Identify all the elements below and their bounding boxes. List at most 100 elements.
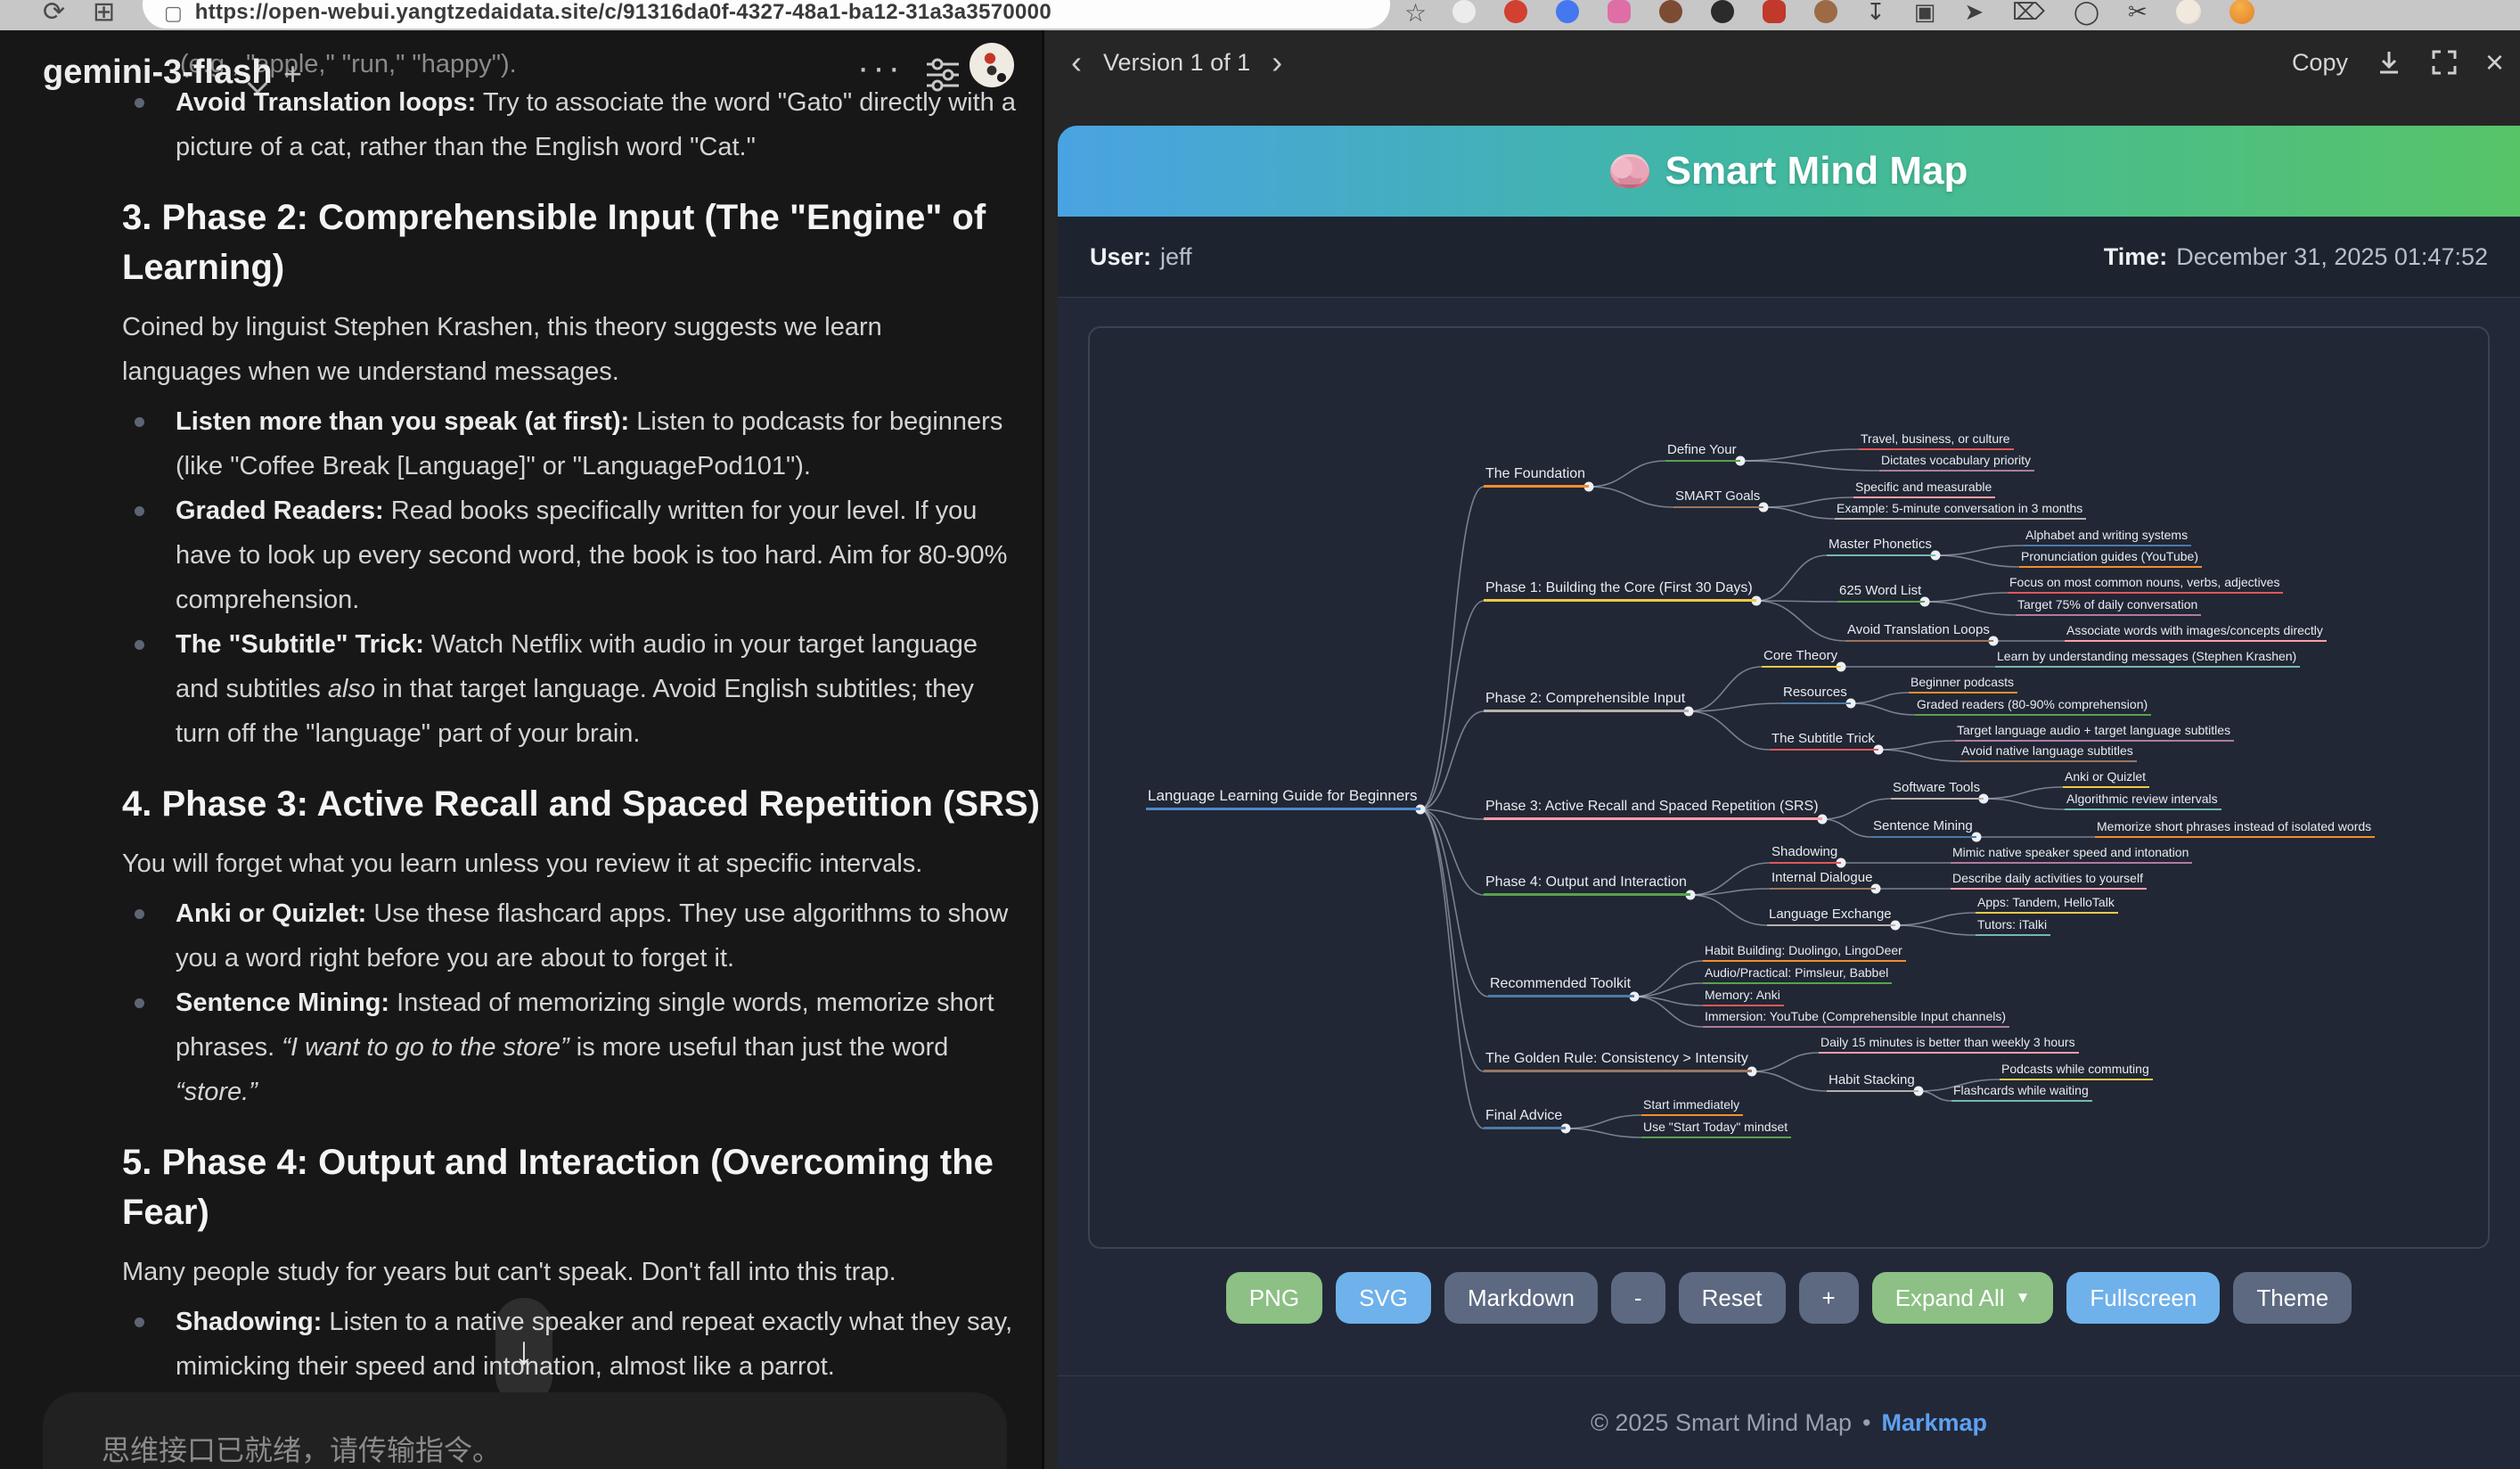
red-shield-extension[interactable] (1504, 0, 1527, 23)
browser-tool-icon[interactable]: ◯ (2074, 0, 2099, 26)
mindmap-node[interactable]: Phase 2: Comprehensible Input (1484, 691, 1689, 712)
chat-heading: 3. Phase 2: Comprehensible Input (The "E… (122, 193, 1040, 292)
mindmap-node[interactable]: Focus on most common nouns, verbs, adjec… (2008, 575, 2283, 594)
mindmap-node[interactable]: Shadowing (1770, 844, 1841, 864)
mindmap-node[interactable]: Beginner podcasts (1909, 675, 2017, 693)
mindmap-node[interactable]: 625 Word List (1837, 583, 1925, 603)
mindmap-node[interactable]: Travel, business, or culture (1859, 431, 2014, 450)
toolbar-button-fullscreen[interactable]: Fullscreen (2066, 1272, 2220, 1324)
mindmap-node[interactable]: Phase 3: Active Recall and Spaced Repeti… (1484, 799, 1822, 820)
dark-extension[interactable] (1711, 0, 1734, 23)
close-icon[interactable]: × (2485, 48, 2504, 77)
browser-tool-icon[interactable]: ↧ (1866, 0, 1886, 26)
mindmap-node[interactable]: Memory: Anki (1703, 988, 1784, 1006)
mindmap-node[interactable]: Graded readers (80-90% comprehension) (1915, 697, 2151, 716)
pink-app-extension[interactable] (1608, 0, 1631, 23)
mindmap-node[interactable]: Master Phonetics (1827, 537, 1935, 556)
copy-button[interactable]: Copy (2292, 49, 2348, 77)
toolbar-button-svg[interactable]: SVG (1336, 1272, 1431, 1324)
mindmap-node[interactable]: Phase 1: Building the Core (First 30 Day… (1484, 580, 1756, 602)
mindmap-info-bar: User:jeff Time:December 31, 2025 01:47:5… (1058, 217, 2520, 298)
mindmap-node[interactable]: Pronunciation guides (YouTube) (2019, 549, 2202, 568)
next-version-button[interactable]: › (1266, 44, 1288, 81)
toolbar-button-png[interactable]: PNG (1226, 1272, 1322, 1324)
mindmap-canvas[interactable]: Language Learning Guide for Beginners The… (1088, 326, 2490, 1249)
mindmap-node[interactable]: Software Tools (1891, 780, 1984, 800)
mindmap-node[interactable]: Resources (1781, 685, 1851, 704)
browser-tool-icon[interactable]: ➤ (1964, 0, 1984, 26)
mindmap-node[interactable]: Habit Stacking (1827, 1072, 1919, 1092)
mindmap-node[interactable]: Alphabet and writing systems (2024, 528, 2191, 546)
markmap-link[interactable]: Markmap (1881, 1409, 1987, 1437)
mindmap-node[interactable]: Flashcards while waiting (1951, 1083, 2092, 1102)
chat-panel: (e.g., "apple," "run," "happy"). gemini-… (0, 30, 1042, 1469)
red-card-extension[interactable] (1763, 0, 1786, 23)
mindmap-node[interactable]: Start immediately (1641, 1097, 1743, 1116)
mindmap-node[interactable]: Podcasts while commuting (2000, 1062, 2153, 1080)
mindmap-node[interactable]: Phase 4: Output and Interaction (1484, 874, 1690, 896)
mindmap-node[interactable]: Specific and measurable (1853, 480, 1995, 498)
toolbar-button-expand-all[interactable]: Expand All▼ (1872, 1272, 2054, 1324)
mindmap-node[interactable]: Describe daily activities to yourself (1951, 871, 2147, 890)
mindmap-node[interactable]: Daily 15 minutes is better than weekly 3… (1819, 1035, 2079, 1054)
mindmap-node[interactable]: Anki or Quizlet (2063, 769, 2149, 788)
mindmap-node[interactable]: Use "Start Today" mindset (1641, 1120, 1791, 1138)
mindmap-node[interactable]: The Subtitle Trick (1770, 731, 1878, 751)
address-bar[interactable]: ▢ https://open-webui.yangtzedaidata.site… (143, 0, 1390, 29)
mindmap-node[interactable]: The Foundation (1484, 466, 1589, 488)
chat-input[interactable]: 思维接口已就绪，请传输指令。 (43, 1392, 1007, 1469)
mindmap-node[interactable]: Habit Building: Duolingo, LingoDeer (1703, 943, 1906, 962)
mindmap-node[interactable]: Define Your (1665, 442, 1740, 462)
browser-profile-avatar[interactable] (2176, 0, 2201, 24)
toolbar-button--[interactable]: - (1611, 1272, 1665, 1324)
mindmap-node[interactable]: Target 75% of daily conversation (2016, 597, 2201, 616)
blue-social-extension[interactable] (1556, 0, 1579, 23)
toolbar-button-reset[interactable]: Reset (1679, 1272, 1786, 1324)
mindmap-node[interactable]: The Golden Rule: Consistency > Intensity (1484, 1051, 1752, 1072)
browser-tool-icon[interactable]: ▣ (1914, 0, 1936, 26)
download-icon[interactable] (2375, 48, 2403, 77)
tab-grid-icon[interactable]: ⊞ (93, 0, 115, 28)
mindmap-node[interactable]: Associate words with images/concepts dir… (2065, 623, 2327, 642)
mask-extension[interactable] (1452, 0, 1476, 23)
mindmap-node[interactable]: Internal Dialogue (1770, 870, 1876, 890)
mindmap-node[interactable]: Recommended Toolkit (1488, 976, 1634, 997)
mindmap-node[interactable]: Immersion: YouTube (Comprehensible Input… (1703, 1009, 2009, 1028)
tan-extension[interactable] (1814, 0, 1837, 23)
scroll-down-cursor[interactable]: ↓ (495, 1298, 552, 1405)
mindmap-node[interactable]: Audio/Practical: Pimsleur, Babbel (1703, 965, 1892, 984)
mindmap-node[interactable]: Core Theory (1762, 648, 1841, 668)
bookmark-star-icon[interactable]: ☆ (1404, 0, 1427, 28)
browser-tool-icon[interactable]: ✂ (2128, 0, 2148, 26)
mindmap-node[interactable]: Learn by understanding messages (Stephen… (1995, 649, 2300, 668)
fullscreen-icon[interactable] (2430, 48, 2459, 77)
browser-tool-icon[interactable]: ⌦ (2012, 0, 2045, 26)
mindmap-node[interactable]: Memorize short phrases instead of isolat… (2095, 819, 2375, 838)
chat-bullet: Anki or Quizlet: Use these flashcard app… (122, 891, 1022, 981)
url-text[interactable]: https://open-webui.yangtzedaidata.site/c… (195, 0, 1051, 25)
time-value: December 31, 2025 01:47:52 (2176, 243, 2488, 270)
mindmap-node[interactable]: Example: 5-minute conversation in 3 mont… (1835, 501, 2086, 520)
prev-version-button[interactable]: ‹ (1066, 44, 1087, 81)
mindmap-node[interactable]: Apps: Tandem, HelloTalk (1976, 895, 2118, 914)
mindmap-node[interactable]: Language Learning Guide for Beginners (1146, 787, 1420, 810)
mindmap-node[interactable]: Algorithmic review intervals (2065, 792, 2221, 810)
mindmap-node[interactable]: Avoid native language subtitles (1960, 743, 2137, 762)
mindmap-node[interactable]: Avoid Translation Loops (1845, 622, 1993, 642)
chat-heading: 4. Phase 3: Active Recall and Spaced Rep… (122, 779, 1040, 829)
time-info: Time:December 31, 2025 01:47:52 (2104, 243, 2488, 271)
mindmap-node[interactable]: Tutors: iTalki (1976, 917, 2050, 936)
reload-icon[interactable]: ⟳ (43, 0, 65, 28)
mindmap-node[interactable]: Language Exchange (1767, 907, 1895, 926)
browser-orange-icon[interactable] (2230, 0, 2254, 24)
mindmap-node[interactable]: Mimic native speaker speed and intonatio… (1951, 845, 2192, 864)
mindmap-node[interactable]: SMART Goals (1673, 488, 1763, 508)
mindmap-node[interactable]: Dictates vocabulary priority (1879, 453, 2034, 472)
mindmap-node[interactable]: Target language audio + target language … (1955, 723, 2234, 742)
mindmap-node[interactable]: Final Advice (1484, 1108, 1566, 1129)
toolbar-button-theme[interactable]: Theme (2233, 1272, 2352, 1324)
toolbar-button--[interactable]: + (1799, 1272, 1859, 1324)
mindmap-node[interactable]: Sentence Mining (1871, 818, 1976, 838)
brown-extension[interactable] (1659, 0, 1682, 23)
toolbar-button-markdown[interactable]: Markdown (1444, 1272, 1598, 1324)
